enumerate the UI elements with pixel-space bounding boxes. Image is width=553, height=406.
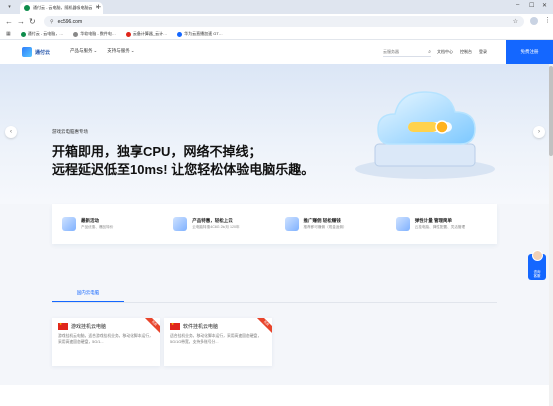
share-icon xyxy=(284,217,299,231)
tab-title: 通付云 - 云电脑，随机器吸电脑云... xyxy=(33,5,93,10)
feature-title: 弹性计量 管理简单 xyxy=(414,218,452,223)
login-link[interactable]: 登录 xyxy=(479,49,487,55)
hero-headline-2: 远程延迟低至10ms! 让您轻松体验电脑乐趣。 xyxy=(52,162,315,177)
site-logo[interactable]: 通付云 xyxy=(22,47,50,57)
hero-banner: ‹ › 游戏云电脑惠专场 开箱即用，独享CPU，网络不掉线； 远程延迟低至10m… xyxy=(0,64,553,204)
chevron-down-icon: ⌄ xyxy=(130,48,135,53)
browser-tab-bar: ▾ 通付云 - 云电脑，随机器吸电脑云... × + – ☐ ✕ xyxy=(0,0,553,14)
product-card-game[interactable]: 热卖 游戏挂机云电脑 游戏挂机云电脑，适合游戏挂机业务，移动化脚本运行，采用高速… xyxy=(52,318,160,366)
bookmark-label: 华软电脑 - 数件电… xyxy=(80,31,116,36)
bookmark-label: 华为云直播加速 GT… xyxy=(184,31,223,36)
console-link[interactable]: 控制台 xyxy=(460,49,472,55)
bookmark-item[interactable]: 华软电脑 - 数件电… xyxy=(73,31,116,37)
cloud-illustration xyxy=(355,91,495,179)
hero-headline-1: 开箱即用，独享CPU，网络不掉线； xyxy=(52,144,262,159)
product-tabs: 国内云电脑 xyxy=(0,285,553,303)
tab-domestic-cloud-pc[interactable]: 国内云电脑 xyxy=(52,290,124,296)
page-footer-area xyxy=(0,385,549,406)
back-icon[interactable]: ← xyxy=(5,17,13,26)
bookmark-label: 云备计算器_云计… xyxy=(132,31,168,36)
feature-title: 最新活动 xyxy=(81,218,99,223)
apps-grid-icon[interactable]: ▦ xyxy=(6,31,11,37)
forward-icon[interactable]: → xyxy=(17,17,25,26)
nav-item-products[interactable]: 产品与服务 ⌄ xyxy=(70,48,97,54)
carousel-prev-button[interactable]: ‹ xyxy=(5,126,17,138)
browser-tab[interactable]: 通付云 - 云电脑，随机器吸电脑云... × xyxy=(20,2,103,14)
bookmark-favicon-icon xyxy=(125,31,131,37)
nav-item-support[interactable]: 支持与服务 ⌄ xyxy=(107,48,134,54)
reload-icon[interactable]: ↻ xyxy=(29,17,36,26)
site-search: ⌕ xyxy=(383,47,431,57)
hero-eyebrow: 游戏云电脑惠专场 xyxy=(52,129,88,134)
bookmark-favicon-icon xyxy=(73,31,79,37)
address-bar[interactable]: ⚲ ec596.com ☆ xyxy=(44,16,524,27)
product-card-software[interactable]: 热卖 软件挂机云电脑 适合挂机业务，移动化脚本运行，采用高速固态硬盘，5G/1G… xyxy=(164,318,272,366)
china-flag-icon xyxy=(170,322,180,330)
scrollbar-thumb[interactable] xyxy=(549,66,553,156)
feature-item-activity[interactable]: 最新活动产品优惠、爆品特价 xyxy=(52,217,163,231)
search-icon[interactable]: ⌕ xyxy=(428,49,431,55)
search-input[interactable] xyxy=(383,49,419,54)
feature-subtitle: 产品优惠、爆品特价 xyxy=(81,225,114,229)
feature-strip: 最新活动产品优惠、爆品特价 产品特惠，轻松上云云电脑特惠4C8G 2k/月 12… xyxy=(52,204,497,244)
feature-title: 推广赚佣 轻松赚钱 xyxy=(303,218,341,223)
minimize-icon[interactable]: – xyxy=(516,2,519,8)
bookmarks-bar: ▦ 通付云 - 云电脑，… 华软电脑 - 数件电… 云备计算器_云计… 华为云直… xyxy=(0,29,553,40)
card-title: 游戏挂机云电脑 xyxy=(71,324,107,330)
cloud-icon xyxy=(173,217,188,231)
bookmark-favicon-icon xyxy=(20,31,26,37)
address-toolbar: ← → ↻ ⚲ ec596.com ☆ ⋮ xyxy=(0,14,553,29)
logo-mark-icon xyxy=(22,47,32,57)
card-description: 适合挂机业务，移动化脚本运行，采用高速固态硬盘，5G/1G带宽，支持多账号分..… xyxy=(170,334,262,344)
feature-item-billing[interactable]: 弹性计量 管理简单云挂电脑、弹性配置、灵活管理 xyxy=(386,217,497,231)
feature-subtitle: 推荐即可赚佣（现金返佣） xyxy=(303,225,347,229)
feature-item-discount[interactable]: 产品特惠，轻松上云云电脑特惠4C8G 2k/月 120年 xyxy=(163,217,274,231)
page-scrollbar[interactable] xyxy=(549,64,553,406)
feature-title: 产品特惠，轻松上云 xyxy=(192,218,233,223)
bookmark-item[interactable]: 华为云直播加速 GT… xyxy=(177,31,223,37)
bookmark-favicon-icon xyxy=(177,31,183,37)
bookmark-item[interactable]: 云备计算器_云计… xyxy=(125,31,168,37)
gift-icon xyxy=(62,217,76,231)
card-description: 游戏挂机云电脑，适合游戏挂机业务，移动化脚本运行，采用高速固态硬盘，5G/1..… xyxy=(58,334,153,344)
nav-label: 支持与服务 xyxy=(107,48,130,53)
tabs-divider xyxy=(52,302,497,303)
new-tab-icon[interactable]: + xyxy=(96,2,101,12)
bookmark-label: 通付云 - 云电脑，… xyxy=(27,31,64,36)
china-flag-icon xyxy=(58,322,68,330)
feature-subtitle: 云电脑特惠4C8G 2k/月 120年 xyxy=(192,225,240,229)
profile-avatar[interactable] xyxy=(530,17,538,25)
agent-avatar xyxy=(531,250,543,261)
customer-service-widget[interactable]: 咨询 客服 xyxy=(528,250,546,280)
gauge-icon xyxy=(395,217,410,231)
nav-label: 产品与服务 xyxy=(70,48,93,53)
card-title: 软件挂机云电脑 xyxy=(183,324,219,330)
close-window-icon[interactable]: ✕ xyxy=(542,2,547,9)
logo-text: 通付云 xyxy=(35,49,51,56)
docs-link[interactable]: 文档中心 xyxy=(437,49,453,55)
feature-subtitle: 云挂电脑、弹性配置、灵活管理 xyxy=(414,225,466,229)
site-info-icon[interactable]: ⚲ xyxy=(50,19,54,25)
carousel-next-button[interactable]: › xyxy=(533,126,545,138)
bookmark-item[interactable]: 通付云 - 云电脑，… xyxy=(20,31,64,37)
chevron-down-icon: ⌄ xyxy=(93,48,98,53)
feature-item-referral[interactable]: 推广赚佣 轻松赚钱推荐即可赚佣（现金返佣） xyxy=(275,217,386,231)
signup-button[interactable]: 免费注册 xyxy=(506,40,553,64)
header-links: 文档中心 控制台 登录 xyxy=(437,49,487,55)
tab-search-icon[interactable]: ▾ xyxy=(5,3,14,11)
site-favicon-icon xyxy=(24,5,30,11)
widget-label: 客服 xyxy=(533,274,541,278)
site-header: 通付云 产品与服务⌄ 支持与服务⌄ ⌕ 文档中心 控制台 登录 xyxy=(0,40,553,64)
maximize-icon[interactable]: ☐ xyxy=(529,2,534,9)
main-nav: 产品与服务 ⌄ 支持与服务 ⌄ xyxy=(70,48,135,54)
url-text: ec596.com xyxy=(57,18,83,25)
bookmark-star-icon[interactable]: ☆ xyxy=(513,18,518,25)
menu-kebab-icon[interactable]: ⋮ xyxy=(544,16,551,24)
